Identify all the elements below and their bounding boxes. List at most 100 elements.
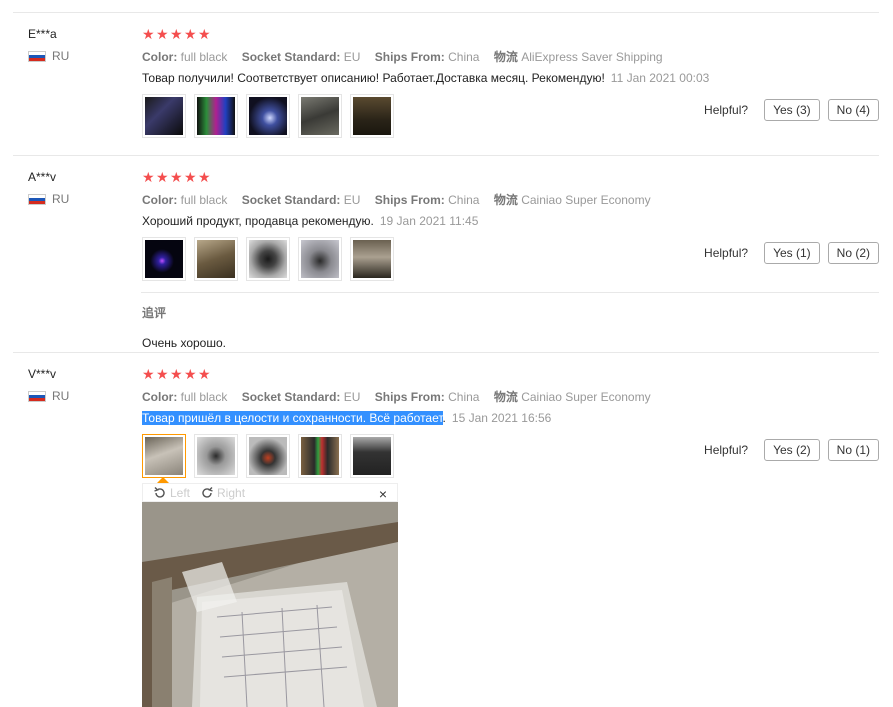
reviewer-country: RU: [28, 192, 69, 206]
attr-value: EU: [343, 390, 361, 404]
attr-value: China: [448, 50, 480, 64]
helpful-yes-button[interactable]: Yes (3): [764, 99, 820, 121]
review-photo-thumbnail[interactable]: [142, 237, 186, 281]
attr-key: 物流: [493, 390, 518, 404]
attr-value: AliExpress Saver Shipping: [521, 50, 663, 64]
review-photo-thumbnail[interactable]: [246, 434, 290, 478]
review-content: Хороший продукт, продавца рекомендую.: [142, 214, 374, 228]
star-icon: ★: [170, 26, 183, 42]
helpful-no-button[interactable]: No (4): [827, 99, 879, 121]
attr-value: full black: [180, 390, 228, 404]
helpful-no-button[interactable]: No (1): [827, 439, 879, 461]
close-icon[interactable]: ×: [379, 486, 387, 502]
attr-key: Color:: [142, 193, 178, 207]
star-icon: ★: [184, 26, 197, 42]
rotate-right-icon: [202, 486, 213, 498]
review-photo-thumbnail[interactable]: [194, 434, 238, 478]
attr-key: Color:: [142, 50, 178, 64]
review-text: Товар получили! Соответствует описанию! …: [142, 70, 879, 86]
review-photo-thumbnail-active[interactable]: [142, 434, 186, 478]
attr-value: EU: [343, 50, 361, 64]
attr-key: 物流: [493, 193, 518, 207]
attr-value: full black: [180, 50, 228, 64]
review-photo-thumbnail[interactable]: [350, 434, 394, 478]
attr-value: Cainiao Super Economy: [521, 193, 651, 207]
star-rating: ★ ★ ★ ★ ★: [142, 367, 879, 381]
helpful-label: Helpful?: [704, 246, 749, 260]
reviewer-info: E***a RU: [28, 27, 69, 63]
attr-value: Cainiao Super Economy: [521, 390, 651, 404]
review-item: V***v RU ★ ★ ★ ★ ★ Color: full black Socket …: [0, 367, 893, 487]
review-text: Товар пришёл в целости и сохранности. Вс…: [142, 410, 879, 426]
review-date: 19 Jan 2021 11:45: [379, 214, 479, 228]
review-photo-thumbnail[interactable]: [142, 94, 186, 138]
attr-key: Socket Standard:: [241, 50, 341, 64]
divider: [13, 155, 879, 156]
review-body: ★ ★ ★ ★ ★ Color: full black Socket Standard:…: [142, 170, 879, 350]
reviewer-country: RU: [28, 389, 69, 403]
review-content: Товар получили! Соответствует описанию! …: [142, 71, 605, 85]
review-photo-thumbnail[interactable]: [298, 434, 342, 478]
reviewer-name: V***v: [28, 367, 57, 381]
helpful-yes-button[interactable]: Yes (1): [764, 242, 820, 264]
attr-value: EU: [343, 193, 361, 207]
star-icon: ★: [184, 366, 197, 382]
attr-value: China: [448, 193, 480, 207]
rotate-right-button[interactable]: Right: [200, 486, 245, 500]
helpful-votes: Helpful? Yes (1) No (2): [704, 242, 879, 264]
helpful-no-button[interactable]: No (2): [827, 242, 879, 264]
russia-flag-icon: [28, 193, 46, 205]
star-rating: ★ ★ ★ ★ ★: [142, 170, 879, 184]
star-icon: ★: [142, 169, 155, 185]
helpful-label: Helpful?: [704, 103, 749, 117]
review-photo-thumbnail[interactable]: [194, 94, 238, 138]
review-attributes: Color: full black Socket Standard: EU Sh…: [142, 389, 879, 405]
photo-viewer-image: [142, 502, 398, 707]
reviewer-info: A***v RU: [28, 170, 69, 206]
star-icon: ★: [198, 169, 211, 185]
star-icon: ★: [198, 26, 211, 42]
rotate-left-icon: [154, 486, 165, 498]
review-content-tail: .: [442, 411, 446, 425]
review-photo-thumbnail[interactable]: [298, 94, 342, 138]
attr-key: Ships From:: [374, 193, 445, 207]
review-photo-thumbnail[interactable]: [298, 237, 342, 281]
review-attributes: Color: full black Socket Standard: EU Sh…: [142, 192, 879, 208]
star-rating: ★ ★ ★ ★ ★: [142, 27, 879, 41]
review-photo-thumbnail[interactable]: [194, 237, 238, 281]
attr-key: Ships From:: [374, 390, 445, 404]
reviewer-info: V***v RU: [28, 367, 69, 403]
russia-flag-icon: [28, 50, 46, 62]
rotate-right-label: Right: [217, 485, 246, 500]
review-text: Хороший продукт, продавца рекомендую. 19 …: [142, 213, 879, 229]
review-item: E***a RU ★ ★ ★ ★ ★ Color: full black Socket …: [0, 27, 893, 147]
star-icon: ★: [142, 366, 155, 382]
review-photo-thumbnail[interactable]: [350, 237, 394, 281]
rotate-left-button[interactable]: Left: [153, 486, 190, 500]
country-code: RU: [52, 49, 70, 63]
review-body: ★ ★ ★ ★ ★ Color: full black Socket Standard:…: [142, 27, 879, 138]
rotate-left-label: Left: [170, 485, 191, 500]
additional-review: 追评 Очень хорошо.: [142, 304, 226, 350]
attr-key: 物流: [493, 50, 518, 64]
country-code: RU: [52, 192, 70, 206]
review-date: 15 Jan 2021 16:56: [451, 411, 552, 425]
review-photo-thumbnail[interactable]: [246, 237, 290, 281]
reviewer-name: E***a: [28, 27, 57, 41]
attr-key: Socket Standard:: [241, 193, 341, 207]
helpful-votes: Helpful? Yes (3) No (4): [704, 99, 879, 121]
star-icon: ★: [156, 26, 169, 42]
attr-value: full black: [180, 193, 228, 207]
helpful-votes: Helpful? Yes (2) No (1): [704, 439, 879, 461]
photo-viewer: Left Right ×: [142, 483, 398, 707]
star-icon: ★: [198, 366, 211, 382]
star-icon: ★: [170, 366, 183, 382]
russia-flag-icon: [28, 390, 46, 402]
attr-key: Socket Standard:: [241, 390, 341, 404]
review-body: ★ ★ ★ ★ ★ Color: full black Socket Standard:…: [142, 367, 879, 478]
helpful-yes-button[interactable]: Yes (2): [764, 439, 820, 461]
attr-value: China: [448, 390, 480, 404]
star-icon: ★: [142, 26, 155, 42]
review-photo-thumbnail[interactable]: [350, 94, 394, 138]
review-photo-thumbnail[interactable]: [246, 94, 290, 138]
